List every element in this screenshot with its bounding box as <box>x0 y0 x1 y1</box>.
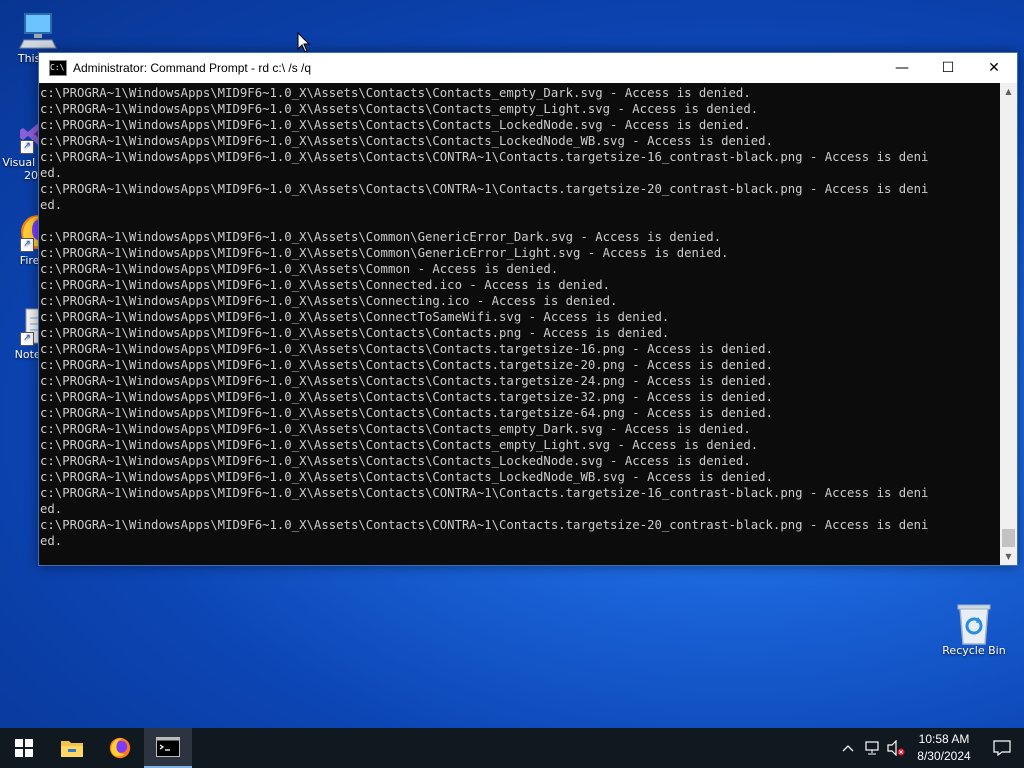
console-line: c:\PROGRA~1\WindowsApps\MID9F6~1.0_X\Ass… <box>40 342 773 356</box>
console-line: c:\PROGRA~1\WindowsApps\MID9F6~1.0_X\Ass… <box>40 438 759 452</box>
taskbar-clock[interactable]: 10:58 AM 8/30/2024 <box>908 731 980 765</box>
console-line: ed. <box>40 534 63 548</box>
console-line: c:\PROGRA~1\WindowsApps\MID9F6~1.0_X\Ass… <box>40 134 773 148</box>
console-line: c:\PROGRA~1\WindowsApps\MID9F6~1.0_X\Ass… <box>40 486 929 500</box>
console-line: c:\PROGRA~1\WindowsApps\MID9F6~1.0_X\Ass… <box>40 230 722 244</box>
minimize-button[interactable]: — <box>879 53 925 83</box>
file-explorer-icon <box>61 741 83 757</box>
command-prompt-icon: C:\ <box>49 60 67 76</box>
clock-time: 10:58 AM <box>918 732 970 746</box>
console-line: ed. <box>40 198 63 212</box>
console-line: c:\PROGRA~1\WindowsApps\MID9F6~1.0_X\Ass… <box>40 518 929 532</box>
taskbar-command-prompt[interactable] <box>144 728 192 768</box>
notification-icon <box>993 740 1011 756</box>
console-line: c:\PROGRA~1\WindowsApps\MID9F6~1.0_X\Ass… <box>40 246 729 260</box>
window-title: Administrator: Command Prompt - rd c:\ /… <box>73 61 312 75</box>
scroll-up-arrow-icon[interactable]: ▲ <box>1000 83 1017 100</box>
volume-muted-icon[interactable] <box>884 728 908 768</box>
console-line: c:\PROGRA~1\WindowsApps\MID9F6~1.0_X\Ass… <box>40 374 773 388</box>
console-line: c:\PROGRA~1\WindowsApps\MID9F6~1.0_X\Ass… <box>40 390 773 404</box>
shortcut-arrow-icon: ↗ <box>20 140 34 154</box>
console-line: c:\PROGRA~1\WindowsApps\MID9F6~1.0_X\Ass… <box>40 326 670 340</box>
network-icon[interactable] <box>860 728 884 768</box>
console-line: c:\PROGRA~1\WindowsApps\MID9F6~1.0_X\Ass… <box>40 406 773 420</box>
console-line: ed. <box>40 502 63 516</box>
taskbar: 10:58 AM 8/30/2024 <box>0 728 1024 768</box>
window-titlebar[interactable]: C:\ Administrator: Command Prompt - rd c… <box>39 53 1017 83</box>
recycle-bin-icon <box>954 602 994 645</box>
console-output[interactable]: c:\PROGRA~1\WindowsApps\MID9F6~1.0_X\Ass… <box>39 83 999 565</box>
shortcut-arrow-icon: ↗ <box>20 332 34 346</box>
console-line: c:\PROGRA~1\WindowsApps\MID9F6~1.0_X\Ass… <box>40 118 751 132</box>
computer-icon <box>18 10 58 50</box>
console-line: c:\PROGRA~1\WindowsApps\MID9F6~1.0_X\Ass… <box>40 86 751 100</box>
chevron-up-icon[interactable] <box>836 728 860 768</box>
shortcut-arrow-icon: ↗ <box>20 238 34 252</box>
action-center-button[interactable] <box>980 728 1024 768</box>
desktop-icon-recycle-bin[interactable]: Recycle Bin <box>938 602 1010 657</box>
console-line: c:\PROGRA~1\WindowsApps\MID9F6~1.0_X\Ass… <box>40 262 559 276</box>
maximize-button[interactable]: ☐ <box>925 53 971 83</box>
mouse-cursor-icon <box>297 32 311 53</box>
console-line: c:\PROGRA~1\WindowsApps\MID9F6~1.0_X\Ass… <box>40 358 773 372</box>
taskbar-firefox[interactable] <box>96 728 144 768</box>
console-line: c:\PROGRA~1\WindowsApps\MID9F6~1.0_X\Ass… <box>40 470 773 484</box>
start-button[interactable] <box>0 728 48 768</box>
console-line: c:\PROGRA~1\WindowsApps\MID9F6~1.0_X\Ass… <box>40 278 611 292</box>
console-line: c:\PROGRA~1\WindowsApps\MID9F6~1.0_X\Ass… <box>40 102 759 116</box>
console-scrollbar[interactable]: ▲ ▼ <box>1000 83 1017 565</box>
console-line: c:\PROGRA~1\WindowsApps\MID9F6~1.0_X\Ass… <box>40 454 751 468</box>
scrollbar-thumb[interactable] <box>1002 529 1015 547</box>
console-line: c:\PROGRA~1\WindowsApps\MID9F6~1.0_X\Ass… <box>40 422 751 436</box>
firefox-icon <box>109 737 131 759</box>
close-button[interactable]: ✕ <box>971 53 1017 83</box>
taskbar-file-explorer[interactable] <box>48 728 96 768</box>
console-line: ed. <box>40 166 63 180</box>
command-prompt-icon <box>156 737 180 757</box>
console-line: c:\PROGRA~1\WindowsApps\MID9F6~1.0_X\Ass… <box>40 294 618 308</box>
windows-start-icon <box>15 739 33 757</box>
scroll-down-arrow-icon[interactable]: ▼ <box>1000 548 1017 565</box>
console-line: c:\PROGRA~1\WindowsApps\MID9F6~1.0_X\Ass… <box>40 150 929 164</box>
console-line: c:\PROGRA~1\WindowsApps\MID9F6~1.0_X\Ass… <box>40 182 929 196</box>
command-prompt-window[interactable]: C:\ Administrator: Command Prompt - rd c… <box>38 52 1018 566</box>
clock-date: 8/30/2024 <box>917 749 971 763</box>
console-line: c:\PROGRA~1\WindowsApps\MID9F6~1.0_X\Ass… <box>40 310 670 324</box>
